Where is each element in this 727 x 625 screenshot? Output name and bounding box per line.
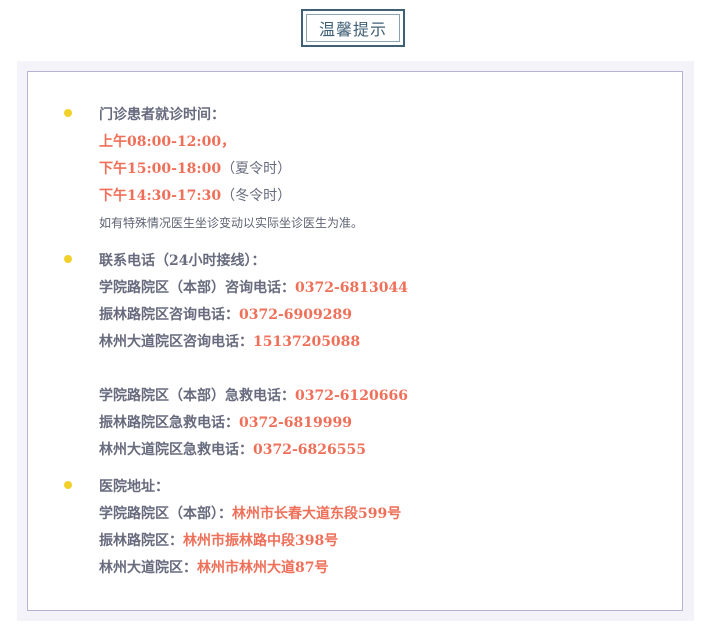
phone-number[interactable]: 0372-6819999 — [239, 415, 352, 431]
bullet-icon — [64, 481, 72, 489]
bullet-icon — [64, 255, 72, 263]
emergency-row: 林州大道院区急救电话：0372-6826555 — [99, 441, 366, 459]
hours-heading: 门诊患者就诊时间： — [99, 107, 225, 123]
emergency-label: 振林路院区急救电话： — [99, 415, 239, 431]
address-value: 林州市振林路中段398号 — [183, 533, 339, 549]
hours-morning: 上午08:00-12:00， — [99, 134, 236, 150]
contact-label: 林州大道院区咨询电话： — [99, 334, 253, 350]
address-heading: 医院地址： — [99, 479, 169, 495]
address-row: 振林路院区：林州市振林路中段398号 — [99, 532, 338, 550]
emergency-label: 林州大道院区急救电话： — [99, 442, 253, 458]
emergency-label: 学院路院区（本部）急救电话： — [99, 388, 295, 404]
address-row: 林州大道院区：林州市林州大道87号 — [99, 559, 328, 577]
address-label: 振林路院区： — [99, 533, 183, 549]
phone-number[interactable]: 0372-6826555 — [253, 442, 366, 458]
winter-tag: （冬令时） — [221, 188, 292, 204]
phone-number[interactable]: 15137205088 — [253, 334, 360, 350]
contact-row: 林州大道院区咨询电话：15137205088 — [99, 333, 360, 351]
phone-number[interactable]: 0372-6120666 — [295, 388, 408, 404]
page-title: 温馨提示 — [306, 14, 400, 42]
contact-row: 学院路院区（本部）咨询电话：0372-6813044 — [99, 279, 408, 297]
phone-number[interactable]: 0372-6909289 — [239, 307, 352, 323]
hours-afternoon-summer: 下午15:00-18:00 — [99, 161, 222, 177]
address-value: 林州市长春大道东段599号 — [232, 506, 402, 522]
summer-tag: （夏令时） — [221, 161, 292, 177]
phone-number[interactable]: 0372-6813044 — [295, 280, 408, 296]
hours-note: 如有特殊情况医生坐诊变动以实际坐诊医生为准。 — [99, 216, 364, 230]
contact-label: 学院路院区（本部）咨询电话： — [99, 280, 295, 296]
emergency-row: 振林路院区急救电话：0372-6819999 — [99, 414, 352, 432]
hours-afternoon-winter-row: 下午14:30-17:30（冬令时） — [99, 187, 291, 205]
contact-row: 振林路院区咨询电话：0372-6909289 — [99, 306, 352, 324]
address-value: 林州市林州大道87号 — [197, 560, 329, 576]
hours-afternoon-winter: 下午14:30-17:30 — [99, 188, 222, 204]
bullet-icon — [64, 109, 72, 117]
address-row: 学院路院区（本部）：林州市长春大道东段599号 — [99, 505, 401, 523]
address-label: 学院路院区（本部）： — [99, 506, 232, 522]
title-box: 温馨提示 — [301, 9, 405, 47]
emergency-row: 学院路院区（本部）急救电话：0372-6120666 — [99, 387, 408, 405]
hours-afternoon-summer-row: 下午15:00-18:00（夏令时） — [99, 160, 291, 178]
contact-label: 振林路院区咨询电话： — [99, 307, 239, 323]
contacts-heading: 联系电话（24小时接线）： — [99, 253, 266, 269]
address-label: 林州大道院区： — [99, 560, 197, 576]
